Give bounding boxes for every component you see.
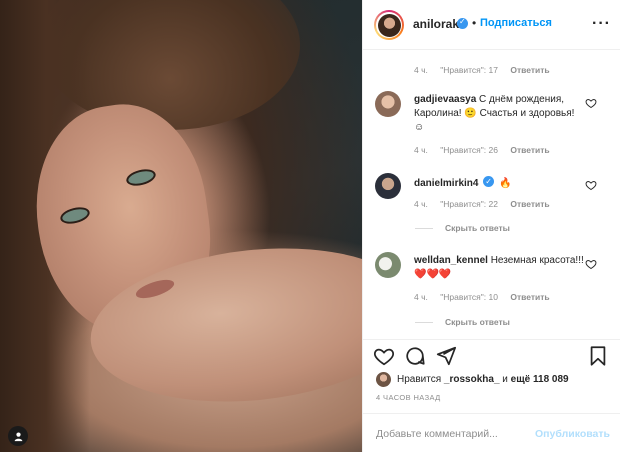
comment-time: 4 ч. — [414, 292, 428, 302]
reply-button[interactable]: Ответить — [510, 199, 549, 209]
comment-icon[interactable] — [404, 345, 426, 367]
likes-prefix: Нравится — [397, 373, 442, 385]
post-actions — [363, 339, 620, 369]
like-comment-heart-icon[interactable] — [585, 179, 597, 191]
hide-replies-button[interactable]: Скрыть ответы — [415, 317, 510, 327]
like-comment-heart-icon[interactable] — [585, 97, 597, 109]
publish-button[interactable]: Опубликовать — [535, 428, 610, 440]
comment-body: danielmirkin4 🔥 — [414, 175, 584, 191]
comment-meta: 4 ч. "Нравится": 10 Ответить — [414, 292, 560, 302]
share-icon[interactable] — [435, 345, 457, 367]
hide-replies-label[interactable]: Скрыть ответы — [445, 223, 510, 233]
divider — [415, 227, 433, 229]
comment-likes[interactable]: "Нравится": 10 — [440, 292, 498, 302]
like-comment-heart-icon[interactable] — [585, 258, 597, 270]
divider — [415, 321, 433, 323]
comment-username[interactable]: danielmirkin4 — [414, 178, 478, 189]
comment-body: welldan_kennel Неземная красота!!!❤️❤️❤️ — [414, 254, 584, 282]
likes-summary: Нравится _rossokha_ и ещё 118 089 — [376, 370, 569, 388]
liker-username[interactable]: _rossokha_ — [444, 374, 500, 385]
likes-count-link[interactable]: ещё 118 089 — [511, 374, 569, 385]
hide-replies-label[interactable]: Скрыть ответы — [445, 317, 510, 327]
comment-meta: 4 ч. "Нравится": 22 Ответить — [414, 199, 560, 209]
comment-body: gadjievaasya С днём рождения, Каролина! … — [414, 93, 584, 135]
comments-list[interactable]: 4 ч. "Нравится": 17 Ответить gadjievaasy… — [363, 51, 620, 339]
verified-badge-icon — [457, 17, 468, 29]
reply-button[interactable]: Ответить — [510, 65, 549, 75]
post-timestamp[interactable]: 4 ЧАСОВ НАЗАД — [376, 393, 441, 402]
post-header: anilorak • Подписаться ··· — [363, 0, 620, 50]
comment-avatar[interactable] — [375, 252, 401, 278]
add-comment-bar: Добавьте комментарий... Опубликовать — [363, 413, 620, 452]
post-sidebar: anilorak • Подписаться ··· 4 ч. "Нравитс… — [362, 0, 620, 452]
header-separator: • — [472, 16, 477, 30]
tagged-users-button[interactable] — [8, 426, 28, 446]
comment-avatar[interactable] — [375, 91, 401, 117]
comment-username[interactable]: gadjievaasya — [414, 94, 476, 105]
verified-badge-icon — [483, 175, 495, 189]
comment-time: 4 ч. — [414, 145, 428, 155]
likes-conj: и — [502, 373, 508, 385]
comment-meta: 4 ч. "Нравится": 26 Ответить — [414, 145, 560, 155]
user-icon — [14, 432, 22, 441]
author-avatar[interactable] — [374, 10, 404, 40]
reply-button[interactable]: Ответить — [510, 292, 549, 302]
comment-text: 🔥 — [499, 178, 512, 189]
like-heart-icon[interactable] — [373, 345, 395, 367]
reply-button[interactable]: Ответить — [510, 145, 549, 155]
bookmark-icon[interactable] — [587, 345, 609, 367]
author-username[interactable]: anilorak — [413, 17, 459, 31]
comment-input[interactable]: Добавьте комментарий... — [376, 428, 498, 440]
comment-avatar[interactable] — [375, 173, 401, 199]
hide-replies-button[interactable]: Скрыть ответы — [415, 223, 510, 233]
comment-likes[interactable]: "Нравится": 26 — [440, 145, 498, 155]
comment-time: 4 ч. — [414, 65, 428, 75]
comment-time: 4 ч. — [414, 199, 428, 209]
comment-likes[interactable]: "Нравится": 17 — [440, 65, 498, 75]
follow-button[interactable]: Подписаться — [480, 17, 552, 29]
comment-likes[interactable]: "Нравится": 22 — [440, 199, 498, 209]
comment-username[interactable]: welldan_kennel — [414, 255, 488, 266]
post-photo[interactable] — [0, 0, 362, 452]
liker-avatar[interactable] — [376, 371, 391, 387]
more-options-icon[interactable]: ··· — [592, 15, 611, 33]
comment-meta: 4 ч. "Нравится": 17 Ответить — [414, 65, 560, 75]
